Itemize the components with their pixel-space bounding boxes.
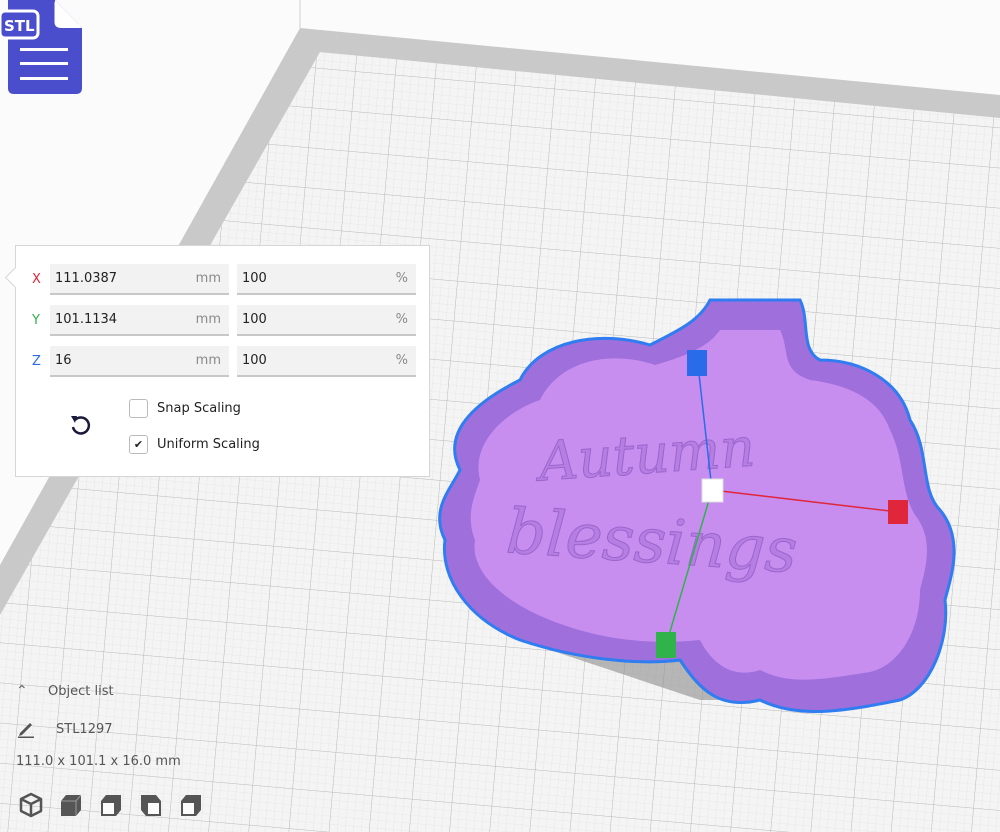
view-3d-icon[interactable] — [18, 792, 44, 818]
axis-label-z: Z — [32, 354, 48, 369]
pencil-icon — [16, 720, 36, 738]
scale-handle-center — [702, 479, 723, 502]
checkmark-icon: ✔ — [129, 435, 148, 454]
size-x-input[interactable]: 111.0387 mm — [50, 264, 229, 295]
size-z-input[interactable]: 16 mm — [50, 346, 229, 377]
percent-z-value: 100 — [242, 353, 267, 368]
unit-label: mm — [196, 271, 221, 286]
size-y-value: 101.1134 — [55, 312, 117, 327]
object-name-row[interactable]: STL1297 — [16, 720, 113, 738]
scale-panel: X 111.0387 mm 100% Y 101.1134 mm 100% Z 16… — [15, 245, 430, 477]
scale-row-z: Z 16 mm 100% — [32, 345, 416, 377]
percent-x-value: 100 — [242, 271, 267, 286]
percent-y-input[interactable]: 100% — [237, 305, 416, 336]
snap-scaling-checkbox[interactable]: Snap Scaling — [129, 399, 241, 418]
uniform-scaling-checkbox[interactable]: ✔ Uniform Scaling — [129, 435, 260, 454]
unit-label: % — [396, 312, 408, 327]
reset-scale-icon[interactable] — [66, 411, 94, 439]
stl-file-icon: STL — [0, 0, 92, 96]
object-name: STL1297 — [56, 722, 113, 737]
scale-handle-z — [687, 350, 707, 376]
unit-label: mm — [196, 353, 221, 368]
view-top-icon[interactable] — [98, 792, 124, 818]
svg-text:STL: STL — [4, 17, 35, 35]
percent-x-input[interactable]: 100% — [237, 264, 416, 295]
view-right-icon[interactable] — [178, 792, 204, 818]
view-front-icon[interactable] — [58, 792, 84, 818]
scale-handle-x — [888, 500, 908, 524]
size-z-value: 16 — [55, 353, 72, 368]
size-y-input[interactable]: 101.1134 mm — [50, 305, 229, 336]
percent-y-value: 100 — [242, 312, 267, 327]
checkbox-box — [129, 399, 148, 418]
size-x-value: 111.0387 — [55, 271, 117, 286]
scale-row-x: X 111.0387 mm 100% — [32, 263, 416, 295]
view-buttons — [18, 792, 204, 818]
object-dimensions: 111.0 x 101.1 x 16.0 mm — [16, 754, 181, 769]
unit-label: % — [396, 271, 408, 286]
unit-label: % — [396, 353, 408, 368]
axis-label-y: Y — [32, 313, 48, 328]
scale-handle-y — [656, 632, 676, 658]
chevron-up-icon: ⌃ — [16, 683, 48, 699]
snap-scaling-label: Snap Scaling — [157, 401, 241, 416]
axis-label-x: X — [32, 272, 48, 287]
view-left-icon[interactable] — [138, 792, 164, 818]
uniform-scaling-label: Uniform Scaling — [157, 437, 260, 452]
scale-row-y: Y 101.1134 mm 100% — [32, 304, 416, 336]
unit-label: mm — [196, 312, 221, 327]
percent-z-input[interactable]: 100% — [237, 346, 416, 377]
object-list-toggle[interactable]: ⌃ Object list — [16, 683, 114, 699]
object-list-label: Object list — [48, 684, 114, 699]
